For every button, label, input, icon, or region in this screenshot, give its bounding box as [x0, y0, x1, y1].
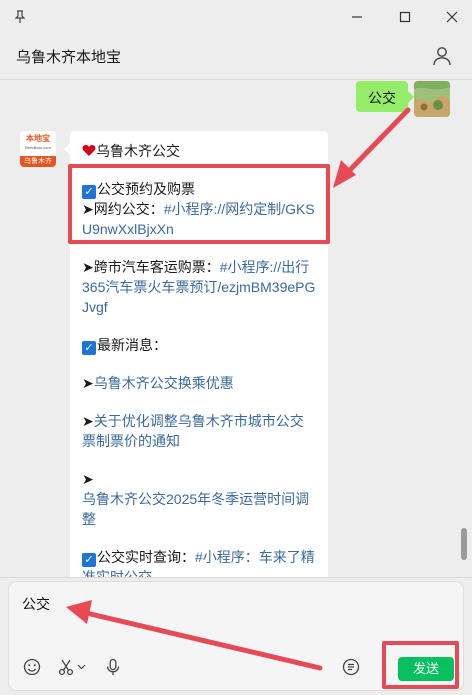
person-icon[interactable]: [430, 44, 454, 68]
realtime-prefix: 公交实时查询：: [97, 549, 195, 565]
maximize-icon[interactable]: [394, 6, 416, 28]
message-title: 乌鲁木齐公交: [96, 143, 180, 159]
checkbox-icon: ✓: [82, 341, 96, 355]
close-icon[interactable]: [441, 6, 463, 28]
arrow-bullet-icon: ➤: [82, 375, 94, 391]
news-heading-line: ✓ 最新消息：: [82, 335, 316, 355]
message-title-line: 乌鲁木齐公交: [82, 141, 316, 161]
minimize-icon[interactable]: [346, 6, 368, 28]
news-link-2[interactable]: 关于优化调整乌鲁木齐市城市公交票制票价的通知: [82, 413, 304, 449]
news-link-1[interactable]: 乌鲁木齐公交换乘优惠: [94, 375, 234, 391]
chat-scrollbar[interactable]: [461, 528, 467, 560]
annotation-highlight-box: [68, 164, 330, 244]
news-item-1: ➤乌鲁木齐公交换乘优惠: [82, 373, 316, 393]
emoji-icon[interactable]: [21, 656, 43, 678]
chat-message-list[interactable]: 公交 本地宝 Bendibao.com 乌鲁木齐 乌鲁木齐公交 ✓ 公交预约及购票: [0, 81, 472, 577]
scissors-icon[interactable]: [55, 656, 77, 678]
news-item-3-arrow: ➤: [82, 471, 94, 487]
avatar-city-text: 乌鲁木齐: [24, 158, 52, 165]
sent-message-row: 公交: [150, 81, 450, 117]
heart-icon: [82, 143, 96, 159]
realtime-line: ✓ 公交实时查询：#小程序：车来了精准实时公交: [82, 547, 316, 577]
news-item-2: ➤关于优化调整乌鲁木齐市城市公交票制票价的通知: [82, 411, 316, 451]
bendibao-avatar[interactable]: 本地宝 Bendibao.com 乌鲁木齐: [20, 131, 56, 167]
user-avatar[interactable]: [414, 81, 450, 117]
message-input-text: 公交: [22, 596, 50, 612]
news-heading: 最新消息：: [97, 337, 167, 353]
arrow-bullet-icon: ➤: [82, 413, 94, 429]
avatar-site-text: Bendibao.com: [25, 145, 51, 150]
chevron-down-icon[interactable]: [75, 656, 87, 678]
checkbox-icon: ✓: [82, 553, 96, 567]
annotation-send-box: [382, 641, 459, 689]
news-link-3[interactable]: 乌鲁木齐公交2025年冬季运营时间调整: [82, 491, 309, 527]
chat-history-icon[interactable]: [340, 656, 362, 678]
microphone-icon[interactable]: [102, 656, 124, 678]
avatar-brand-text: 本地宝: [26, 134, 50, 143]
intercity-prefix: ➤跨市汽车客运购票：: [82, 259, 220, 275]
chat-header: 乌鲁木齐本地宝: [0, 34, 472, 80]
news-item-3: 乌鲁木齐公交2025年冬季运营时间调整: [82, 489, 316, 529]
pin-icon[interactable]: [9, 6, 31, 28]
intercity-line: ➤跨市汽车客运购票：#小程序://出行365汽车票火车票预订/ezjmBM39e…: [82, 257, 316, 317]
chat-title: 乌鲁木齐本地宝: [16, 49, 122, 66]
sent-message-bubble[interactable]: 公交: [356, 81, 414, 112]
window-titlebar: [0, 0, 472, 34]
